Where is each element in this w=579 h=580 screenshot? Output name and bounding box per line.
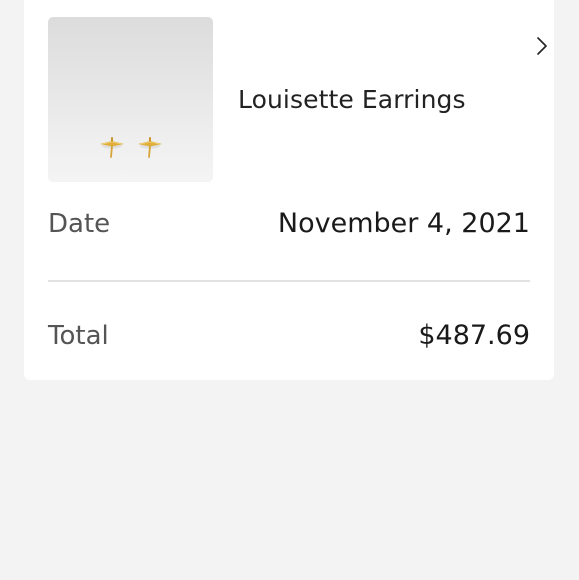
chevron-right-icon[interactable] xyxy=(534,35,550,57)
divider xyxy=(48,280,530,282)
product-name: Louisette Earrings xyxy=(238,85,466,114)
order-summary-card: Louisette Earrings Date November 4, 2021… xyxy=(24,0,554,380)
product-row[interactable]: Louisette Earrings xyxy=(48,17,547,182)
total-label: Total xyxy=(48,321,109,351)
date-label: Date xyxy=(48,209,111,239)
earring-right xyxy=(138,137,162,158)
date-value: November 4, 2021 xyxy=(277,208,530,239)
earrings-product-image xyxy=(100,137,162,158)
product-thumbnail xyxy=(48,17,213,182)
earring-left xyxy=(100,137,124,158)
total-value: $487.69 xyxy=(418,320,530,351)
